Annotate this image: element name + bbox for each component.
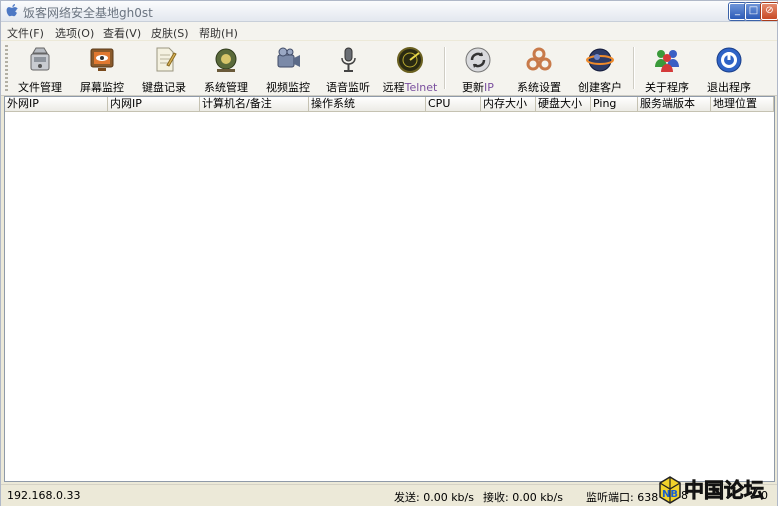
toolbar: 文件管理 屏幕监控 键盘记录 系统管理 视频监控 语音监听 远程Telnet 更… <box>1 41 777 96</box>
status-ip: 192.168.0.33 <box>7 489 81 502</box>
create-client-icon <box>586 48 614 72</box>
column-header-ping[interactable]: Ping <box>591 97 638 111</box>
video-monitor-label: 视频监控 <box>266 81 310 94</box>
app-apple-icon <box>6 4 18 17</box>
status-recv: 接收: 0.00 kb/s <box>483 491 563 504</box>
host-list[interactable]: 外网IP 内网IP 计算机名/备注 操作系统 CPU 内存大小 硬盘大小 Pin… <box>4 96 775 482</box>
update-ip-label: 更新IP <box>447 79 509 95</box>
create-client-label: 创建客户 <box>578 81 622 94</box>
telnet-radar-icon <box>397 47 423 73</box>
create-client-button[interactable]: 创建客户 <box>569 45 631 94</box>
system-settings-button[interactable]: 系统设置 <box>508 45 570 94</box>
screen-monitor-icon <box>90 48 114 71</box>
forum-watermark-logo: NB 中国论坛 <box>659 476 764 504</box>
column-header-wan-ip[interactable]: 外网IP <box>5 97 108 111</box>
file-manager-button[interactable]: 文件管理 <box>9 45 71 94</box>
microphone-icon <box>341 47 356 72</box>
ip-suffix: IP <box>484 81 494 94</box>
settings-icon <box>526 47 552 71</box>
exit-label: 退出程序 <box>707 81 751 94</box>
file-manager-icon <box>30 47 50 71</box>
watermark-text: 中国论坛 <box>684 478 764 502</box>
title-bar[interactable]: 饭客网络安全基地gh0st _ □ ⊘ <box>1 1 778 22</box>
app-window: 饭客网络安全基地gh0st _ □ ⊘ 文件(F) 选项(O) 查看(V) 皮肤… <box>0 0 778 506</box>
file-manager-label: 文件管理 <box>18 81 62 94</box>
users-icon <box>655 50 679 72</box>
keylogger-button[interactable]: 键盘记录 <box>133 45 195 94</box>
remote-telnet-label: 远程Telnet <box>379 79 441 95</box>
column-header-memory[interactable]: 内存大小 <box>481 97 536 111</box>
toolbar-separator <box>444 47 446 89</box>
remote-telnet-text: 远程 <box>382 81 405 94</box>
refresh-icon <box>465 47 491 73</box>
power-icon <box>716 47 742 73</box>
video-monitor-button[interactable]: 视频监控 <box>257 45 319 94</box>
menu-view[interactable]: 查看(V) <box>103 25 141 41</box>
about-button[interactable]: 关于程序 <box>636 45 698 94</box>
toolbar-separator <box>633 47 635 89</box>
video-camera-icon <box>277 47 300 68</box>
menu-bar: 文件(F) 选项(O) 查看(V) 皮肤(S) 帮助(H) <box>1 22 777 40</box>
logo-letters: NB <box>662 489 678 500</box>
column-header-lan-ip[interactable]: 内网IP <box>108 97 200 111</box>
column-header-disk[interactable]: 硬盘大小 <box>536 97 591 111</box>
screen-monitor-label: 屏幕监控 <box>80 81 124 94</box>
column-header-cpu[interactable]: CPU <box>426 97 481 111</box>
remote-telnet-button[interactable]: 远程Telnet <box>379 45 441 95</box>
column-header-server-version[interactable]: 服务端版本 <box>638 97 711 111</box>
column-header-location[interactable]: 地理位置 <box>711 97 774 111</box>
update-ip-button[interactable]: 更新IP <box>447 45 509 95</box>
status-send: 发送: 0.00 kb/s <box>394 491 474 504</box>
telnet-suffix: Telnet <box>404 81 438 94</box>
about-label: 关于程序 <box>645 81 689 94</box>
system-settings-label: 系统设置 <box>517 81 561 94</box>
menu-skin[interactable]: 皮肤(S) <box>151 25 189 41</box>
keylogger-icon <box>156 47 177 72</box>
window-title: 饭客网络安全基地gh0st <box>23 6 153 20</box>
keylogger-label: 键盘记录 <box>142 81 186 94</box>
menu-help[interactable]: 帮助(H) <box>199 25 238 41</box>
system-manager-label: 系统管理 <box>204 81 248 94</box>
system-manager-icon <box>215 48 237 72</box>
system-manager-button[interactable]: 系统管理 <box>195 45 257 94</box>
column-header-os[interactable]: 操作系统 <box>309 97 426 111</box>
menu-options[interactable]: 选项(O) <box>55 25 94 41</box>
minimize-button[interactable]: _ <box>729 3 746 20</box>
screen-monitor-button[interactable]: 屏幕监控 <box>71 45 133 94</box>
list-header: 外网IP 内网IP 计算机名/备注 操作系统 CPU 内存大小 硬盘大小 Pin… <box>5 97 774 112</box>
menu-file[interactable]: 文件(F) <box>7 25 44 41</box>
voice-monitor-label: 语音监听 <box>326 81 370 94</box>
update-ip-text: 更新 <box>462 81 485 94</box>
toolbar-grip[interactable] <box>5 45 8 91</box>
maximize-button[interactable]: □ <box>745 3 762 20</box>
close-button[interactable]: ⊘ <box>761 3 778 20</box>
exit-button[interactable]: 退出程序 <box>698 45 760 94</box>
voice-monitor-button[interactable]: 语音监听 <box>317 45 379 94</box>
column-header-computer-name[interactable]: 计算机名/备注 <box>200 97 309 111</box>
status-port: 监听端口: 638 <box>586 491 659 504</box>
